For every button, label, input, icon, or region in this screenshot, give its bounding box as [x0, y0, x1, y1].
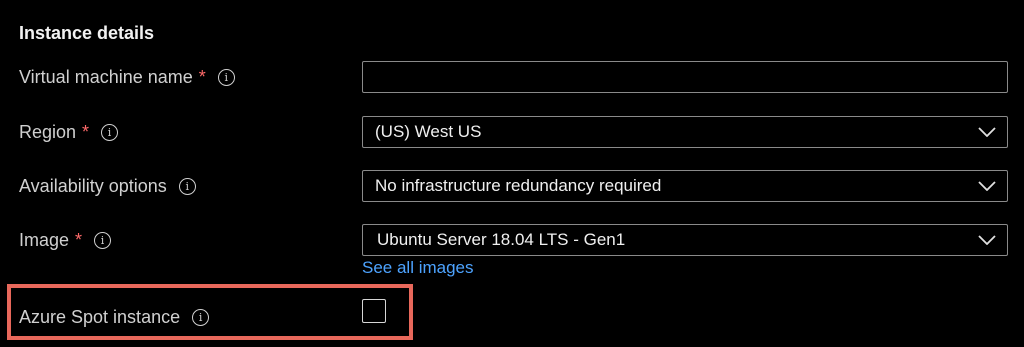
availability-select[interactable]: No infrastructure redundancy required	[362, 170, 1008, 202]
info-icon[interactable]: i	[94, 231, 112, 249]
image-select-value: Ubuntu Server 18.04 LTS - Gen1	[377, 230, 626, 249]
spot-instance-checkbox[interactable]	[362, 299, 386, 323]
region-select-value: (US) West US	[375, 122, 482, 141]
vm-name-input[interactable]	[363, 62, 1007, 92]
required-marker: *	[198, 66, 206, 87]
vm-name-label-row: Virtual machine name * i	[19, 62, 235, 92]
vm-name-label: Virtual machine name	[19, 66, 193, 87]
required-marker: *	[75, 229, 83, 250]
required-marker: *	[82, 121, 90, 142]
spot-label: Azure Spot instance	[19, 306, 181, 327]
section-title: Instance details	[19, 23, 155, 43]
chevron-down-icon[interactable]	[967, 225, 1007, 255]
region-label: Region	[19, 121, 77, 142]
image-label-row: Image * i	[19, 225, 112, 255]
availability-label: Availability options	[19, 175, 167, 196]
see-all-images-link[interactable]: See all images	[362, 258, 474, 278]
info-icon[interactable]: i	[178, 177, 196, 195]
spot-label-row: Azure Spot instance i	[19, 302, 210, 332]
chevron-down-icon[interactable]	[967, 171, 1007, 201]
info-icon[interactable]: i	[192, 308, 210, 326]
info-icon[interactable]: i	[101, 123, 119, 141]
region-label-row: Region * i	[19, 117, 119, 147]
info-icon[interactable]: i	[217, 68, 235, 86]
region-select[interactable]: (US) West US	[362, 116, 1008, 148]
availability-select-value: No infrastructure redundancy required	[375, 176, 662, 195]
availability-label-row: Availability options i	[19, 171, 196, 201]
image-select[interactable]: Ubuntu Server 18.04 LTS - Gen1	[362, 224, 1008, 256]
image-label: Image	[19, 229, 70, 250]
chevron-down-icon[interactable]	[967, 117, 1007, 147]
vm-name-field[interactable]	[362, 61, 1008, 93]
